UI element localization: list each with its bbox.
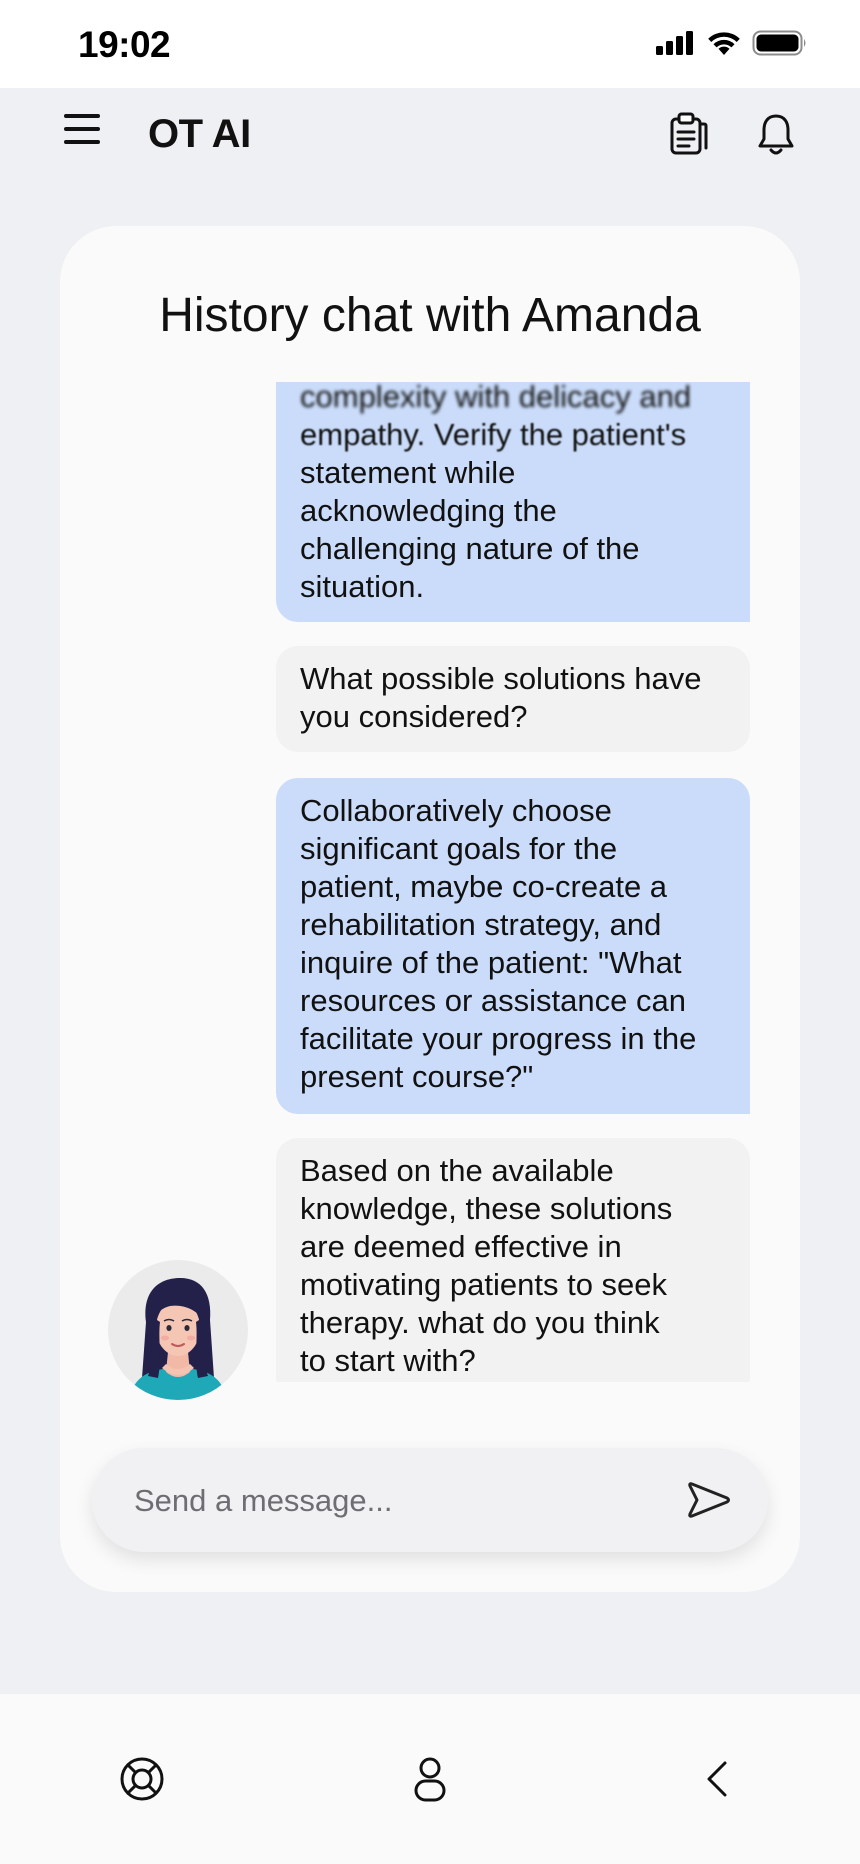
app-title: OT AI (148, 112, 251, 156)
message-line: rehabilitation strategy, and (300, 907, 662, 942)
message-line: present course?" (300, 1059, 534, 1094)
message-line: are deemed effective in (300, 1229, 622, 1264)
status-icons (656, 30, 808, 56)
message-line: patient, maybe co-create a (300, 869, 668, 904)
message-line: complexity with delicacy and (300, 382, 692, 414)
message-line: situation. (300, 569, 425, 604)
message-line: resources or assistance can (300, 983, 686, 1018)
message-line: significant goals for the (300, 831, 618, 866)
bell-icon[interactable] (752, 110, 800, 158)
message-line: motivating patients to seek (300, 1267, 668, 1302)
message-line: therapy. what do you think (300, 1305, 660, 1340)
message-list[interactable]: complexity with delicacy and empathy. Ve… (60, 382, 800, 1382)
wifi-icon (708, 32, 740, 55)
app-header: OT AI (0, 88, 860, 184)
message-line: challenging nature of the (300, 531, 640, 566)
assistant-avatar (108, 1260, 248, 1400)
send-icon[interactable] (686, 1478, 732, 1522)
message-input[interactable] (132, 1474, 656, 1528)
clipboard-icon[interactable] (665, 110, 713, 158)
message-line: you considered? (300, 699, 528, 734)
hamburger-menu-icon[interactable] (64, 114, 102, 148)
message-line: Based on the available (300, 1153, 614, 1188)
message-line: empathy. Verify the patient's (300, 417, 687, 452)
message-line: facilitate your progress in the (300, 1021, 697, 1056)
message-line: knowledge, these solutions (300, 1191, 673, 1226)
chat-message-user: Collaboratively choose significant goals… (276, 778, 750, 1114)
chevron-left-icon[interactable] (693, 1754, 743, 1804)
status-time: 19:02 (78, 24, 171, 65)
message-line: statement while (300, 455, 516, 490)
chat-message-user: complexity with delicacy and empathy. Ve… (276, 382, 750, 622)
chat-message-bot: What possible solutions have you conside… (276, 646, 750, 752)
message-composer (92, 1448, 768, 1552)
message-line: inquire of the patient: "What (300, 945, 682, 980)
message-line: acknowledging the (300, 493, 557, 528)
message-line: Collaboratively choose (300, 793, 612, 828)
lifebuoy-icon[interactable] (117, 1754, 167, 1804)
bottom-navigation (0, 1694, 860, 1864)
cellular-signal-icon (656, 31, 693, 55)
chat-card: History chat with Amanda complexity with… (60, 226, 800, 1592)
person-icon[interactable] (405, 1754, 455, 1804)
battery-icon (752, 30, 806, 56)
chat-title: History chat with Amanda (159, 289, 701, 342)
chat-message-bot: Based on the available knowledge, these … (276, 1138, 750, 1382)
message-line: What possible solutions have (300, 661, 702, 696)
status-bar: 19:02 (0, 0, 860, 88)
message-line: to start with? (300, 1343, 476, 1378)
